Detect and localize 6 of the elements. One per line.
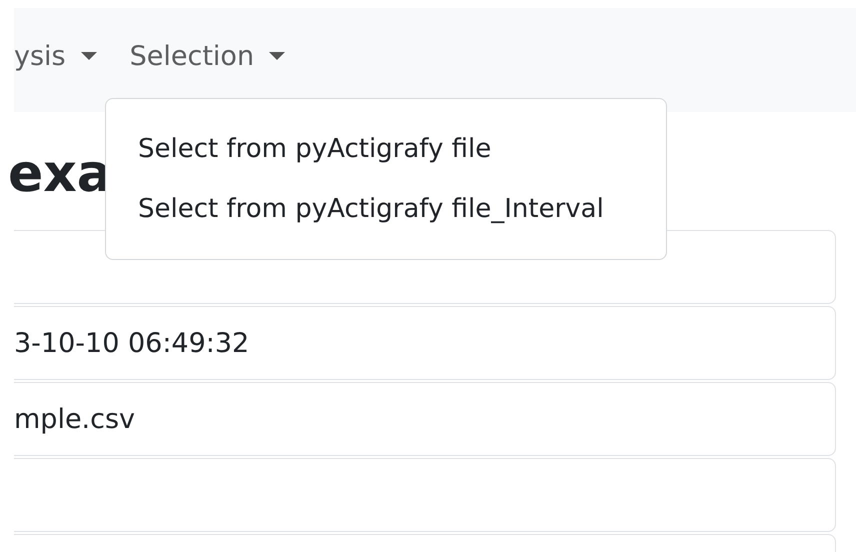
caret-icon — [268, 51, 286, 61]
list-item: 3-10-10 06:49:32 — [14, 306, 836, 380]
caret-icon — [80, 51, 98, 61]
nav-dropdown[interactable]: ysis — [14, 40, 98, 72]
nav-dropdown[interactable]: Selection — [130, 40, 286, 72]
list-item: mple.csv — [14, 382, 836, 456]
